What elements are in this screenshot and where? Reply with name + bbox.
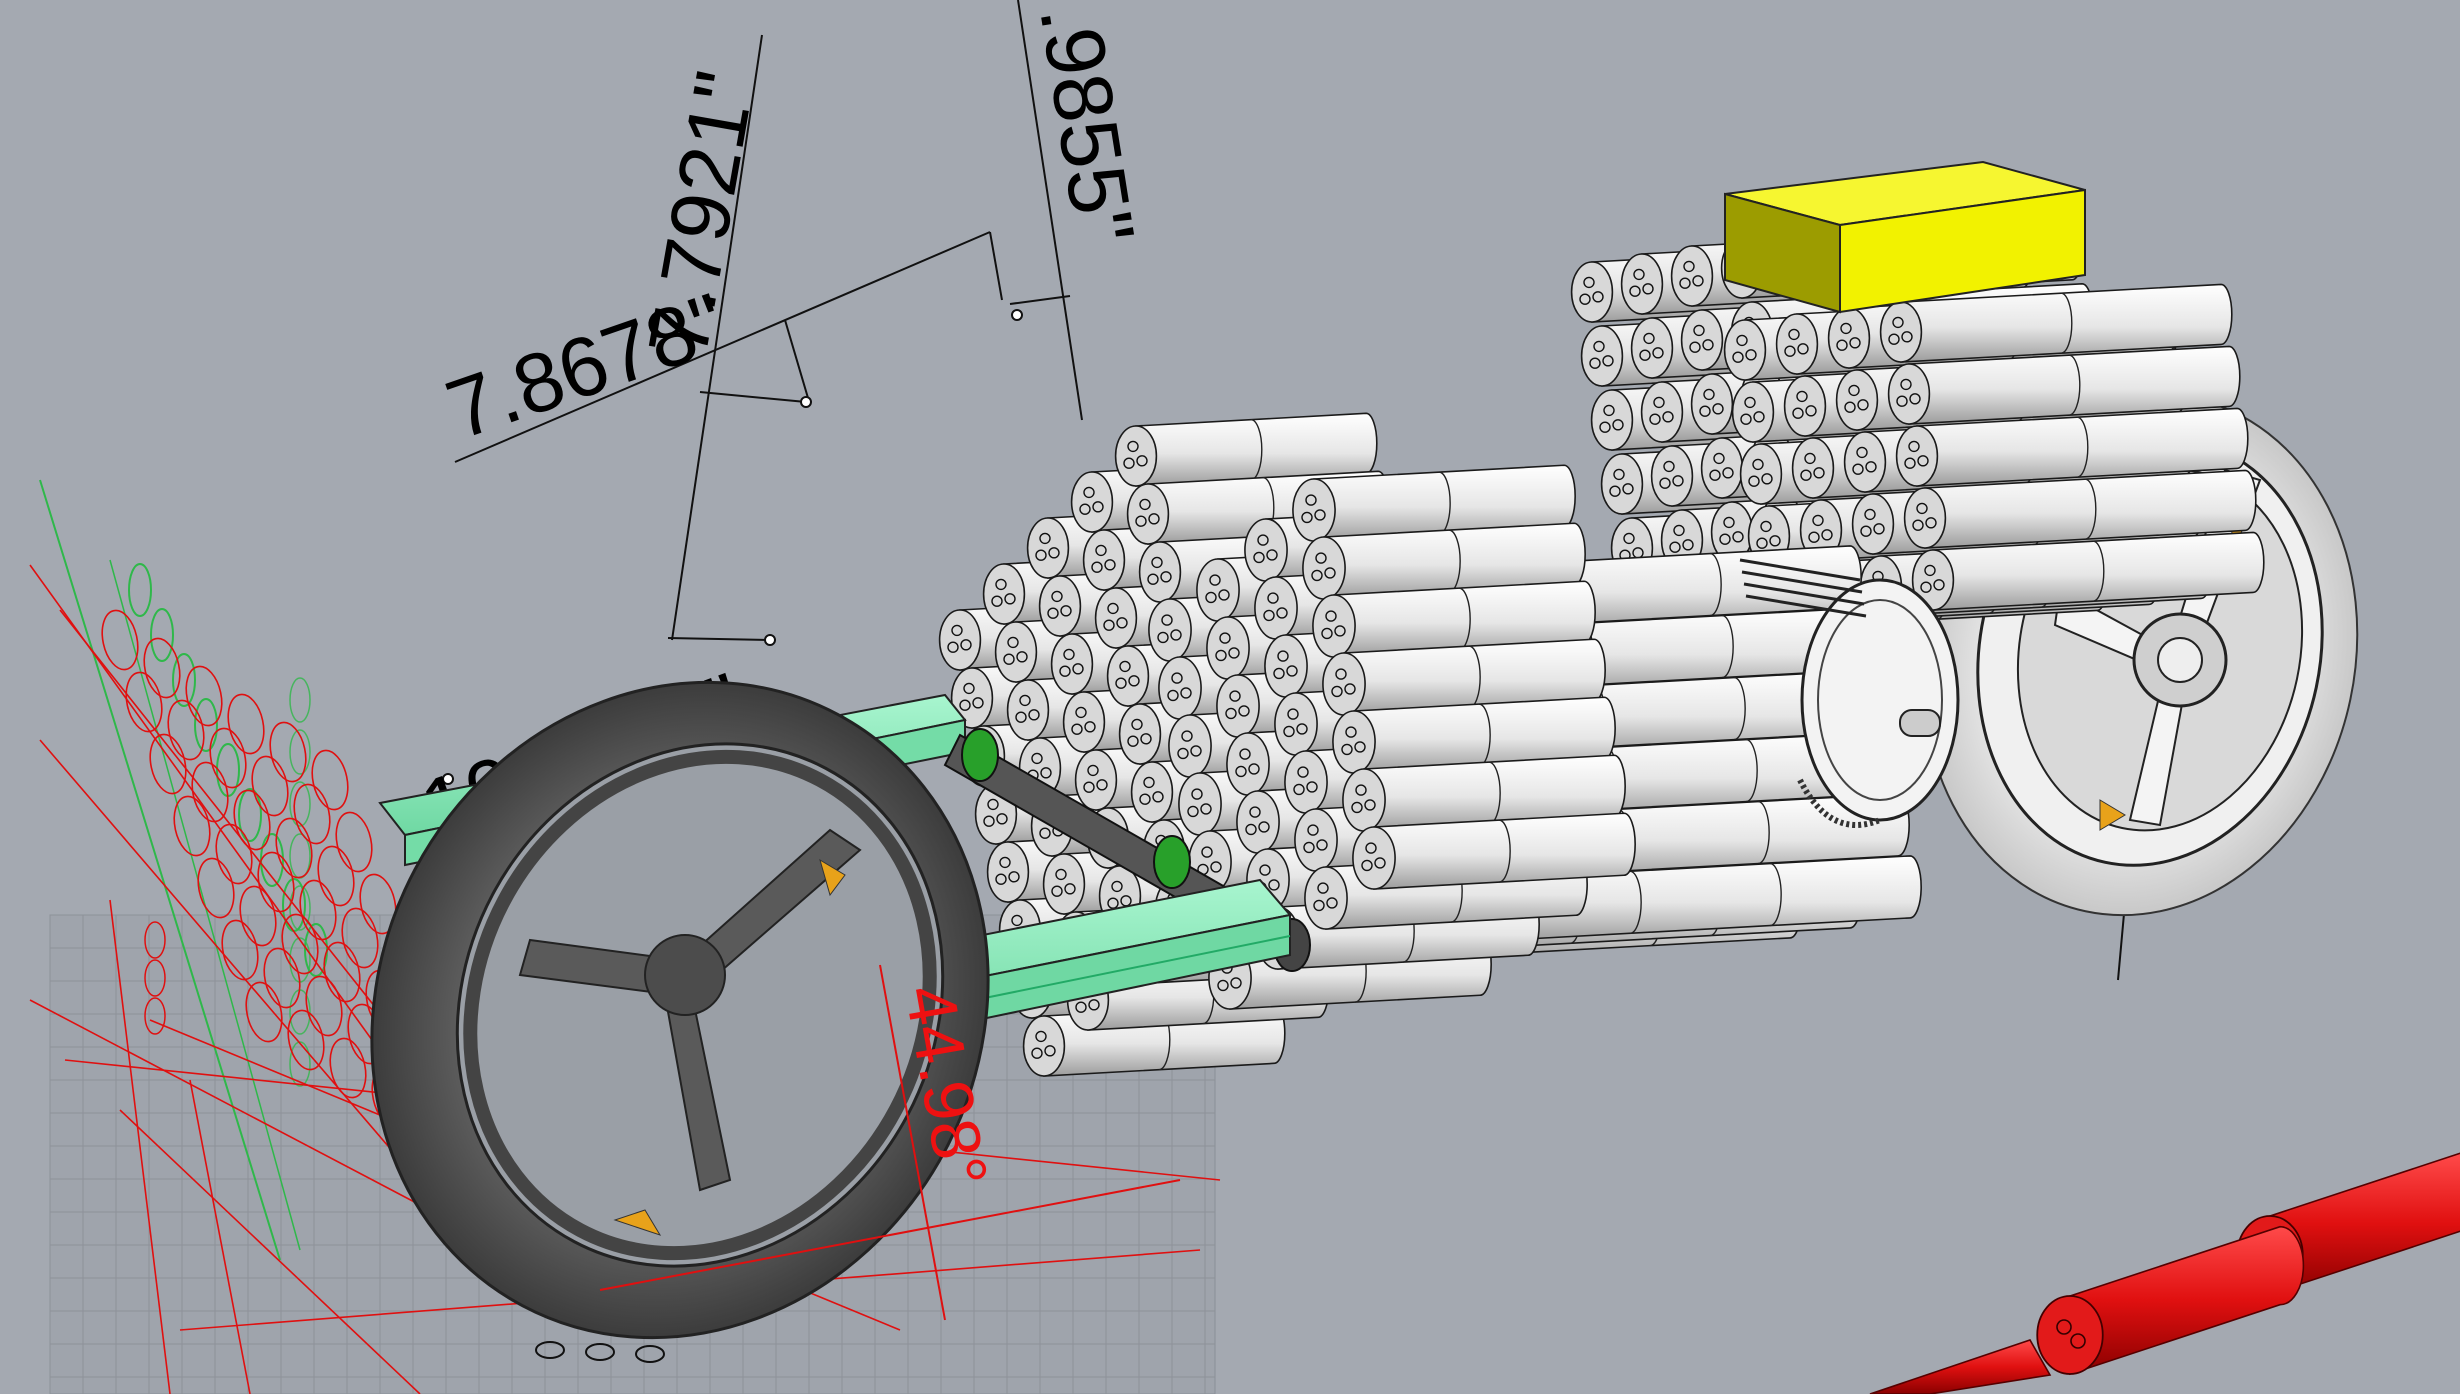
axle-spacer [1153, 835, 1191, 889]
dimension-grip[interactable] [1011, 309, 1023, 321]
rear-axle [2157, 637, 2203, 683]
extension-line [989, 231, 1003, 301]
selected-cell[interactable] [2036, 1225, 2305, 1376]
extension-line [1009, 295, 1071, 305]
selected-cell[interactable] [1869, 1339, 2052, 1394]
dimension-grip[interactable] [764, 634, 776, 646]
dimension-label-d3[interactable]: .9855" [1022, 0, 1152, 250]
extension-line [667, 637, 771, 641]
dimension-grip[interactable] [800, 396, 812, 408]
extension-line [699, 391, 807, 403]
axle-spacer [961, 728, 999, 782]
motor-shaft [1899, 709, 1941, 737]
perspective-viewport[interactable]: 7.8678" 7.7921" .9855" 10.5915" [0, 0, 2460, 1394]
motor-housing[interactable] [1800, 578, 1960, 822]
scene-canvas[interactable]: 7.8678" 7.7921" .9855" 10.5915" [0, 0, 2460, 1394]
dimension-label-d2[interactable]: 7.7921" [630, 64, 772, 363]
selected-cells[interactable] [1869, 1152, 2460, 1394]
extension-line [784, 319, 809, 399]
front-hub[interactable] [644, 934, 726, 1016]
